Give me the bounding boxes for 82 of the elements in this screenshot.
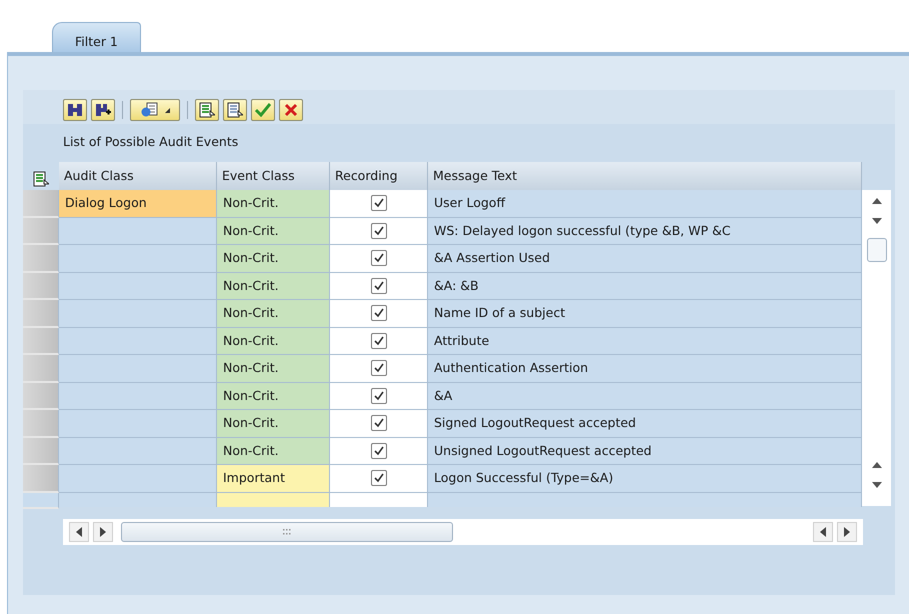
- find-button[interactable]: [63, 99, 87, 121]
- table-cell: Non-Crit.: [217, 300, 330, 328]
- table-cell: &A Assertion Used: [428, 245, 862, 272]
- vertical-scrollbar[interactable]: [862, 190, 891, 506]
- table-cell: &A: &B: [428, 272, 862, 300]
- checkbox[interactable]: [370, 278, 386, 294]
- column-header[interactable]: Recording: [330, 162, 428, 190]
- table-cell: Non-Crit.: [217, 272, 330, 300]
- checkmark-icon: [374, 253, 384, 264]
- close-icon: [284, 103, 298, 117]
- list-icon: [227, 102, 243, 118]
- checkbox[interactable]: [370, 470, 386, 486]
- table-cell: Non-Crit.: [217, 410, 330, 438]
- scroll-left-button[interactable]: [69, 522, 89, 542]
- table-cell: WS: Delayed logon successful (type &B, WP &C: [428, 218, 862, 245]
- checkmark-icon: [374, 336, 384, 346]
- table-cell: Non-Crit.: [217, 328, 330, 355]
- table-cell: Signed LogoutRequest accepted: [428, 410, 862, 438]
- checkbox[interactable]: [370, 442, 386, 459]
- checkmark-icon: [255, 103, 271, 117]
- right-arrow-icon: [844, 526, 850, 536]
- checkbox[interactable]: [370, 195, 386, 212]
- grip-icon: [283, 528, 291, 534]
- table-cell: Non-Crit.: [217, 438, 330, 465]
- scroll-left-button[interactable]: [813, 522, 833, 542]
- table-cell: Authentication Assertion: [428, 355, 862, 382]
- dropdown-icon: [164, 108, 170, 112]
- checkmark-icon: [374, 226, 384, 236]
- checkbox[interactable]: [370, 305, 386, 322]
- checkbox[interactable]: [370, 250, 386, 266]
- table-cell: Logon Successful (Type=&A): [428, 465, 862, 492]
- checkbox[interactable]: [370, 360, 386, 376]
- column-header[interactable]: Audit Class: [59, 162, 217, 190]
- column-header[interactable]: Event Class: [217, 162, 330, 190]
- column-settings-icon[interactable]: [33, 171, 49, 187]
- cancel-button[interactable]: [279, 99, 303, 121]
- table-title: List of Possible Audit Events: [62, 133, 240, 151]
- checkbox[interactable]: [370, 222, 386, 239]
- checkmark-icon: [374, 198, 384, 208]
- scroll-down-icon[interactable]: [872, 482, 882, 488]
- scroll-up-icon[interactable]: [872, 198, 882, 204]
- checkmark-icon: [374, 446, 384, 456]
- document-icon: [140, 102, 158, 118]
- column-header[interactable]: Message Text: [428, 162, 862, 190]
- left-arrow-icon: [76, 526, 82, 536]
- scroll-down-icon[interactable]: [872, 218, 882, 224]
- binoculars-icon: [67, 103, 83, 117]
- scroll-thumb[interactable]: [866, 238, 886, 262]
- checkmark-icon: [374, 280, 384, 291]
- checkmark-icon: [374, 363, 384, 374]
- right-arrow-icon: [100, 526, 106, 536]
- table-cell: Non-Crit.: [217, 245, 330, 272]
- table-cell: User Logoff: [428, 190, 862, 218]
- checkbox[interactable]: [370, 415, 386, 432]
- table-cell: &A: [428, 382, 862, 410]
- table-cell: Name ID of a subject: [428, 300, 862, 328]
- table-cell: Unsigned LogoutRequest accepted: [428, 438, 862, 465]
- table-cell: Non-Crit.: [217, 355, 330, 382]
- list-icon: [199, 102, 215, 118]
- table-cell: Important: [217, 465, 330, 492]
- table-cell: Attribute: [428, 328, 862, 355]
- scroll-right-button[interactable]: [837, 522, 857, 542]
- scroll-up-icon[interactable]: [872, 462, 882, 468]
- details-button[interactable]: [130, 99, 180, 121]
- checkmark-icon: [374, 308, 384, 318]
- checkmark-icon: [374, 473, 384, 484]
- table-cell: Non-Crit.: [217, 218, 330, 245]
- checkmark-icon: [374, 390, 384, 401]
- checkmark-icon: [374, 418, 384, 428]
- table-cell: Non-Crit.: [217, 190, 330, 218]
- deselect-all-button[interactable]: [223, 99, 247, 121]
- scroll-right-button[interactable]: [93, 522, 113, 542]
- find-next-button[interactable]: [91, 99, 115, 121]
- checkbox[interactable]: [370, 388, 386, 404]
- binoculars-plus-icon: [95, 103, 111, 117]
- scroll-thumb[interactable]: [121, 522, 453, 542]
- select-all-button[interactable]: [195, 99, 219, 121]
- left-arrow-icon: [820, 526, 826, 536]
- table-cell: Non-Crit.: [217, 382, 330, 410]
- table-cell: Dialog Logon: [59, 190, 217, 218]
- tab[interactable]: Filter 1: [52, 22, 141, 52]
- checkbox[interactable]: [370, 332, 386, 349]
